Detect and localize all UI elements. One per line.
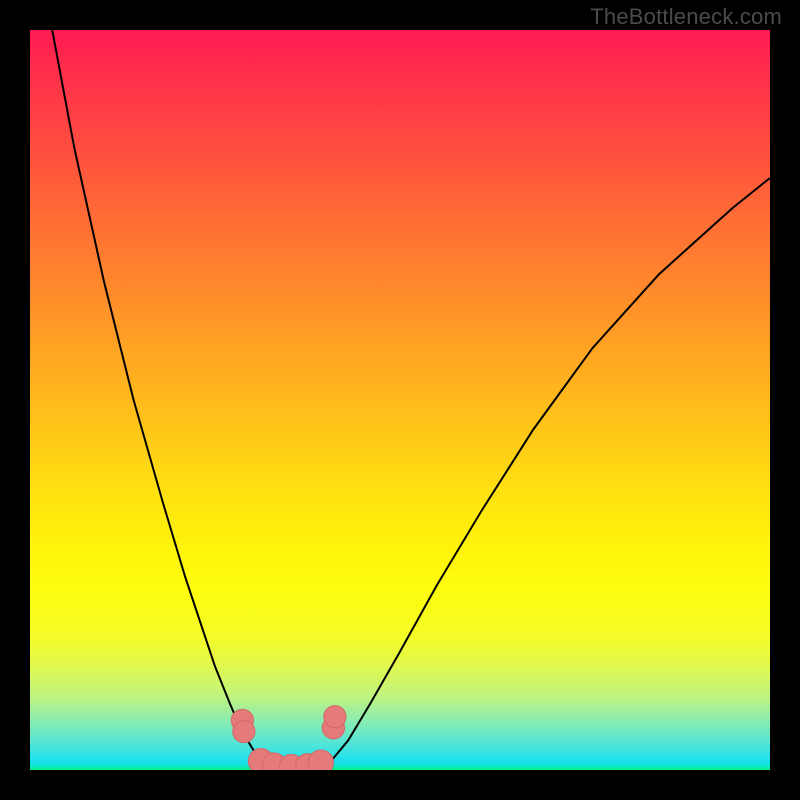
valley-marker [308,750,333,770]
valley-marker [233,720,255,742]
bottleneck-curve [52,30,770,766]
watermark-text: TheBottleneck.com [590,4,782,30]
curve-layer [30,30,770,770]
valley-marker [324,706,346,728]
valley-marker-group [231,706,346,770]
bottleneck-curve-path [52,30,770,766]
plot-area [30,30,770,770]
chart-frame: TheBottleneck.com [0,0,800,800]
